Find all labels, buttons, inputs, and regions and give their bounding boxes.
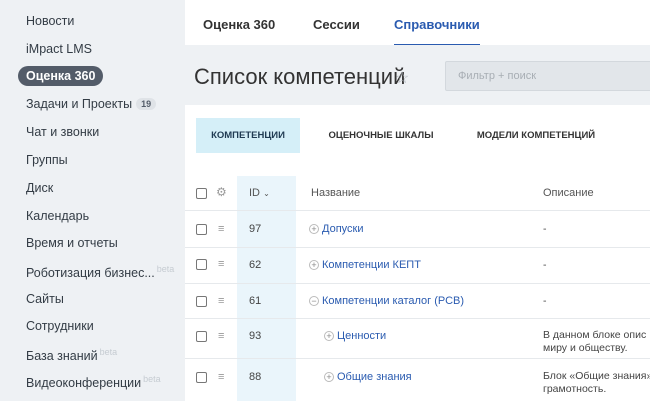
row-name-link[interactable]: + Ценности	[324, 330, 386, 342]
desc-line: В данном блоке опис	[543, 329, 647, 341]
column-header-id[interactable]: ID ⌄	[249, 187, 270, 199]
beta-tag: beta	[143, 374, 161, 384]
drag-handle-icon[interactable]: ≡	[218, 259, 229, 270]
sidebar-item-chat[interactable]: Чат и звонки	[26, 125, 99, 139]
row-id: 97	[249, 223, 262, 235]
drag-handle-icon[interactable]: ≡	[218, 224, 229, 235]
row-description: В данном блоке опис миру и обществу.	[543, 329, 650, 355]
sidebar-item-impact-lms[interactable]: iMpact LMS	[26, 42, 92, 56]
drag-handle-icon[interactable]: ≡	[218, 372, 229, 383]
label: База знаний	[26, 349, 98, 363]
collapse-icon[interactable]: −	[309, 296, 319, 306]
sidebar-item-tasks[interactable]: Задачи и Проекты 19	[26, 97, 157, 111]
label: Компетенции КЕПТ	[322, 259, 421, 271]
sidebar-item-calendar[interactable]: Календарь	[26, 209, 89, 223]
row-description: Блок «Общие знания» грамотность.	[543, 370, 650, 396]
label: Допуски	[322, 223, 364, 235]
desc-line: Блок «Общие знания»	[543, 370, 650, 382]
label: Роботизация бизнес...	[26, 266, 155, 280]
row-name-link[interactable]: + Компетенции КЕПТ	[309, 259, 421, 271]
expand-icon[interactable]: +	[309, 260, 319, 270]
subtab-competencies[interactable]: КОМПЕТЕНЦИИ	[196, 118, 300, 153]
row-id: 61	[249, 295, 262, 307]
sidebar-item-knowledge[interactable]: База знаний beta	[26, 347, 117, 363]
column-header-name[interactable]: Название	[311, 187, 360, 199]
label: Компетенции каталог (РСВ)	[322, 295, 465, 307]
desc-line: миру и обществу.	[543, 342, 628, 354]
label: Общие знания	[337, 371, 412, 383]
sidebar-item-groups[interactable]: Группы	[26, 153, 68, 167]
row-name-link[interactable]: + Допуски	[309, 223, 363, 235]
sidebar-item-robotization[interactable]: Роботизация бизнес... beta	[26, 264, 174, 280]
row-checkbox[interactable]	[196, 259, 207, 270]
sidebar-item-disk[interactable]: Диск	[26, 181, 53, 195]
sidebar: Новости iMpact LMS Оценка 360 Задачи и П…	[0, 0, 185, 401]
row-checkbox[interactable]	[196, 331, 207, 342]
row-id: 88	[249, 371, 262, 383]
expand-icon[interactable]: +	[324, 372, 334, 382]
page-title: Список компетенций	[194, 64, 406, 89]
subtab-scales[interactable]: ОЦЕНОЧНЫЕ ШКАЛЫ	[318, 118, 444, 153]
row-name-link[interactable]: + Общие знания	[324, 371, 412, 383]
beta-tag: beta	[156, 264, 175, 274]
row-checkbox[interactable]	[196, 296, 207, 307]
chevron-down-icon: ⌄	[263, 189, 270, 198]
row-description: -	[543, 223, 547, 235]
sidebar-item-sites[interactable]: Сайты	[26, 292, 64, 306]
divider	[185, 210, 650, 211]
beta-tag: beta	[99, 347, 118, 357]
label: ID	[249, 187, 260, 199]
filter-search-input[interactable]: Фильтр + поиск	[445, 61, 650, 91]
sidebar-item-time[interactable]: Время и отчеты	[26, 236, 118, 250]
label: Ценности	[337, 330, 387, 342]
row-description: -	[543, 259, 547, 271]
tab-references[interactable]: Справочники	[394, 17, 480, 45]
row-id: 62	[249, 259, 262, 271]
sidebar-item-video[interactable]: Видеоконференции beta	[26, 374, 161, 390]
row-id: 93	[249, 330, 262, 342]
tab-sessions[interactable]: Сессии	[313, 17, 360, 32]
label: Видеоконференции	[26, 376, 142, 390]
gear-icon[interactable]: ⚙	[216, 185, 227, 199]
sidebar-item-news[interactable]: Новости	[26, 14, 74, 28]
subtab-models[interactable]: МОДЕЛИ КОМПЕТЕНЦИЙ	[466, 118, 606, 153]
select-all-checkbox[interactable]	[196, 188, 207, 199]
desc-line: грамотность.	[543, 383, 607, 395]
divider	[185, 358, 650, 359]
expand-icon[interactable]: +	[324, 331, 334, 341]
row-name-link[interactable]: − Компетенции каталог (РСВ)	[309, 295, 464, 307]
drag-handle-icon[interactable]: ≡	[218, 331, 229, 342]
divider	[185, 283, 650, 284]
drag-handle-icon[interactable]: ≡	[218, 296, 229, 307]
count-badge: 19	[136, 98, 157, 110]
expand-icon[interactable]: +	[309, 224, 319, 234]
row-description: -	[543, 295, 547, 307]
star-icon[interactable]: ☆	[395, 68, 409, 88]
sidebar-item-360[interactable]: Оценка 360	[18, 66, 104, 86]
divider	[185, 318, 650, 319]
sidebar-item-employees[interactable]: Сотрудники	[26, 319, 94, 333]
divider	[185, 247, 650, 248]
top-tabs: Оценка 360 Сессии Справочники	[185, 0, 650, 45]
row-checkbox[interactable]	[196, 372, 207, 383]
row-checkbox[interactable]	[196, 224, 207, 235]
label: Задачи и Проекты	[26, 97, 133, 111]
column-header-description[interactable]: Описание	[543, 187, 594, 199]
tab-360[interactable]: Оценка 360	[203, 17, 275, 32]
